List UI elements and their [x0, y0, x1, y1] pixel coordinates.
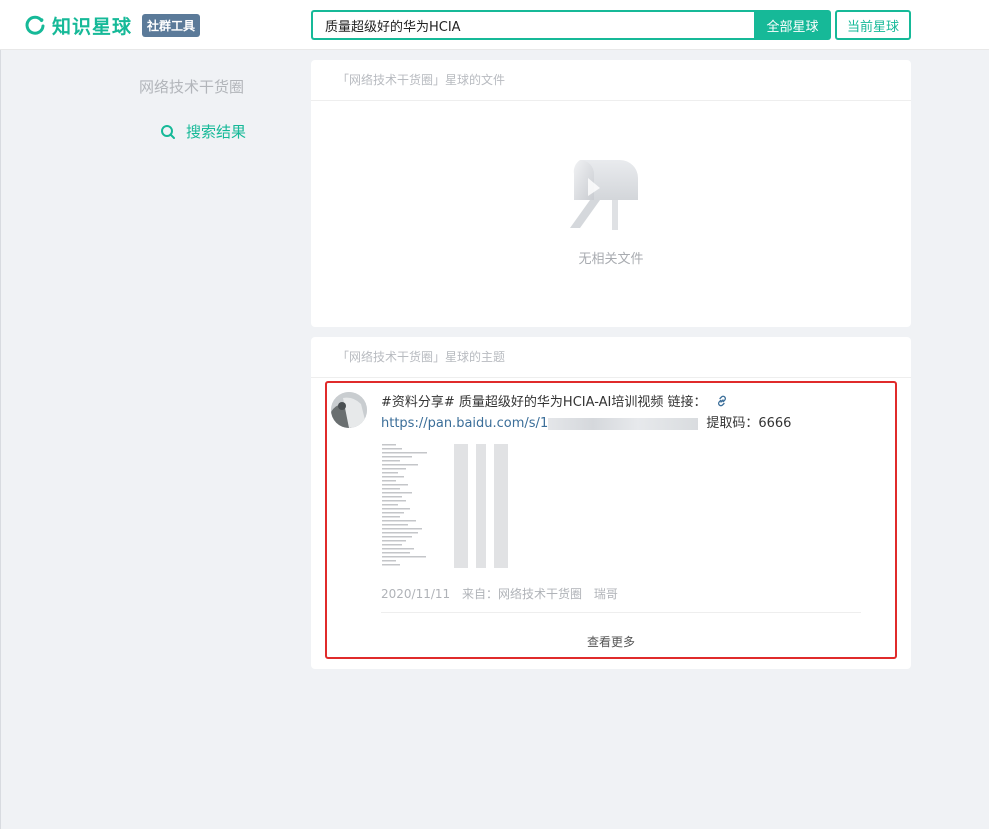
post-date: 2020/11/11 — [381, 587, 451, 601]
top-bar: 知识星球 社群工具 全部星球 当前星球 — [0, 0, 989, 50]
post-image-thumbnail[interactable] — [380, 442, 520, 572]
post-source[interactable]: 来自：网络技术干货圈 — [462, 587, 582, 601]
redacted-link-blur — [548, 417, 699, 430]
empty-files-text: 无相关文件 — [578, 252, 644, 267]
link-icon — [717, 395, 726, 407]
left-border — [0, 50, 1, 829]
sidebar-item-search-results[interactable]: 搜索结果 — [160, 121, 246, 142]
avatar-image — [331, 392, 367, 428]
topics-panel-title: 「网络技术干货圈」星球的主题 — [311, 337, 911, 378]
post-text: #资料分享# 质量超级好的华为HCIA-AI培训视频 链接： — [381, 395, 707, 410]
search-icon — [161, 124, 175, 139]
empty-mailbox-icon — [570, 160, 638, 230]
post-link[interactable]: https://pan.baidu.com/s/1 — [381, 416, 548, 431]
post-divider — [381, 612, 861, 613]
files-panel: 「网络技术干货圈」星球的文件 无相关文件 — [311, 60, 911, 327]
topics-panel: 「网络技术干货圈」星球的主题 #资料分享# 质量超级好的华为HCIA-AI培训视… — [311, 337, 911, 669]
sidebar-item-label: 搜索结果 — [186, 123, 247, 141]
sidebar-group-name[interactable]: 网络技术干货圈 — [139, 76, 244, 97]
search-input[interactable] — [311, 10, 754, 40]
tool-badge: 社群工具 — [142, 14, 201, 37]
logo-icon — [25, 15, 45, 35]
search-bar: 全部星球 当前星球 — [311, 10, 911, 40]
post-content: #资料分享# 质量超级好的华为HCIA-AI培训视频 链接： https://p… — [381, 392, 861, 434]
logo-text: 知识星球 — [52, 16, 133, 38]
post-meta: 2020/11/11 来自：网络技术干货圈 瑞哥 — [381, 585, 626, 602]
post-extract-code: 提取码：6666 — [706, 416, 792, 431]
files-panel-title: 「网络技术干货圈」星球的文件 — [311, 60, 911, 101]
search-current-button[interactable]: 当前星球 — [835, 10, 911, 40]
post-author[interactable]: 瑞哥 — [594, 587, 618, 601]
logo[interactable]: 知识星球 社群工具 — [24, 12, 201, 39]
search-all-button[interactable]: 全部星球 — [754, 10, 831, 40]
avatar[interactable] — [331, 392, 367, 428]
view-more-link[interactable]: 查看更多 — [311, 633, 911, 650]
